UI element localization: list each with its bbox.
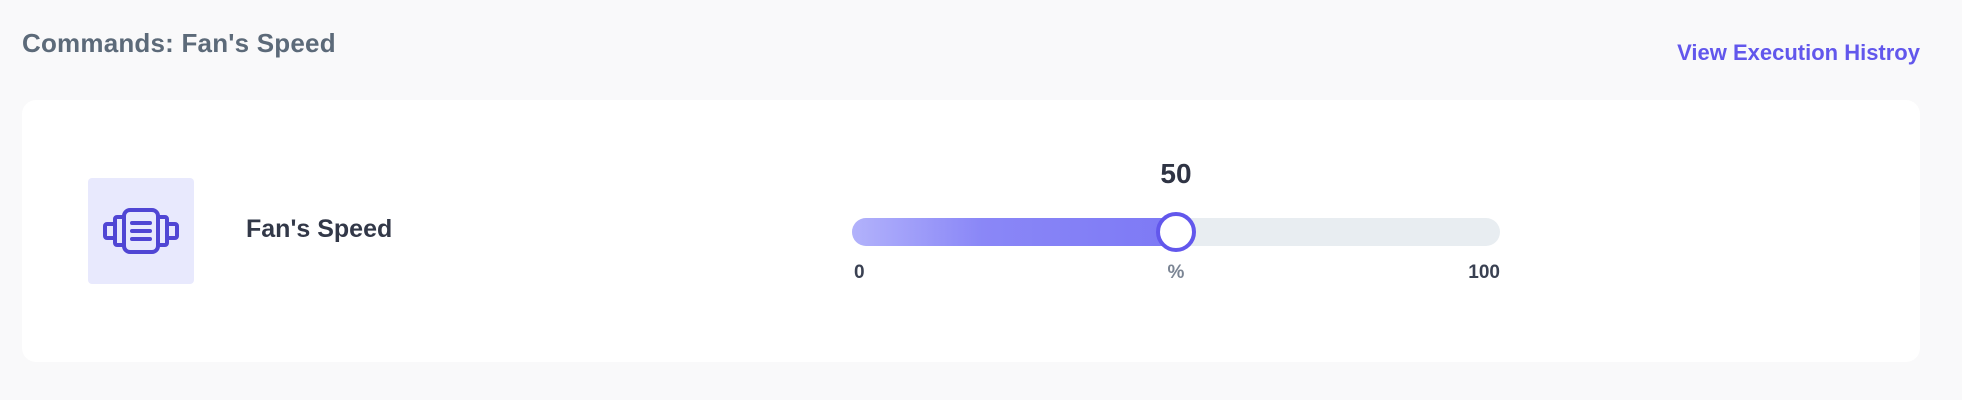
slider-thumb[interactable]: [1156, 212, 1196, 252]
slider-max-label: 100: [1468, 262, 1500, 283]
slider-track[interactable]: [852, 212, 1500, 252]
slider-fill: [852, 218, 1176, 246]
slider-min-label: 0: [854, 262, 865, 283]
slider-unit-label: %: [1167, 262, 1185, 283]
speed-slider[interactable]: 50 0 % 100: [852, 158, 1500, 288]
device-label: Fan's Speed: [246, 215, 393, 243]
view-execution-history-link[interactable]: View Execution Histroy: [1677, 40, 1920, 66]
page-title: Commands: Fan's Speed: [22, 28, 336, 58]
command-card: Fan's Speed 50 0 % 100: [22, 100, 1920, 362]
slider-value: 50: [1160, 158, 1192, 189]
motor-icon: [103, 208, 179, 254]
device-icon-tile: [88, 178, 194, 284]
